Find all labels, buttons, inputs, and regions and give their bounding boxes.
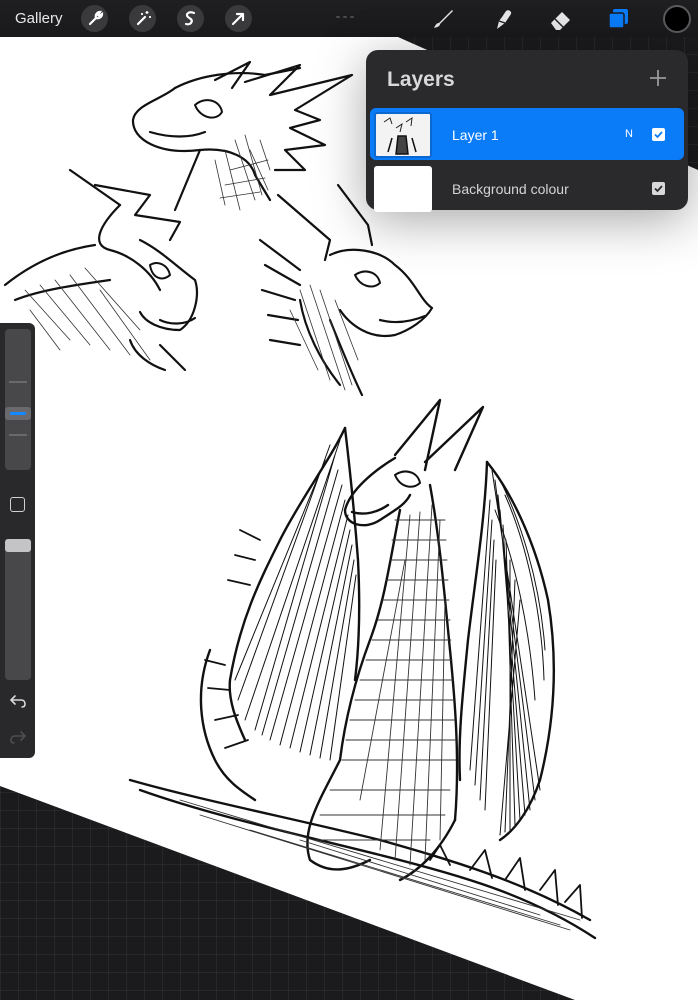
brush-opacity-handle[interactable] — [5, 539, 31, 552]
smudge-icon[interactable] — [488, 4, 518, 34]
top-toolbar: Gallery — [0, 0, 698, 37]
square-icon[interactable] — [10, 497, 25, 512]
slider-tick — [9, 434, 27, 436]
layer-row-background-colour[interactable]: Background colour — [370, 162, 684, 214]
brush-opacity-slider[interactable] — [5, 539, 31, 680]
transform-arrow-icon[interactable] — [225, 5, 252, 32]
undo-icon[interactable] — [9, 693, 27, 709]
drag-handle-icon[interactable] — [336, 5, 360, 18]
left-sidebar — [0, 323, 35, 758]
layer-row-layer-1[interactable]: Layer 1 N — [370, 108, 684, 160]
eraser-icon[interactable] — [546, 4, 576, 34]
slider-tick — [9, 381, 27, 383]
blend-mode-button[interactable]: N — [625, 128, 633, 140]
brush-size-handle[interactable] — [5, 407, 31, 420]
layers-panel-title: Layers — [387, 68, 455, 91]
redo-icon[interactable] — [9, 729, 27, 745]
color-swatch-button[interactable] — [663, 5, 691, 33]
layer-visibility-checkbox[interactable] — [652, 128, 665, 141]
layer-name: Background colour — [452, 181, 569, 197]
plus-icon[interactable] — [647, 67, 669, 89]
layers-icon[interactable] — [604, 4, 634, 34]
layer-name: Layer 1 — [452, 127, 499, 143]
magic-wand-icon[interactable] — [129, 5, 156, 32]
wrench-icon[interactable] — [81, 5, 108, 32]
layer-thumbnail — [374, 166, 432, 212]
layers-panel: Layers Layer 1 N Background colour — [366, 50, 688, 212]
brush-size-slider[interactable] — [5, 329, 31, 470]
selection-icon[interactable] — [177, 5, 204, 32]
gallery-button[interactable]: Gallery — [15, 10, 63, 27]
brush-icon[interactable] — [428, 4, 458, 34]
layer-thumbnail — [374, 112, 432, 158]
layer-visibility-checkbox[interactable] — [652, 182, 665, 195]
